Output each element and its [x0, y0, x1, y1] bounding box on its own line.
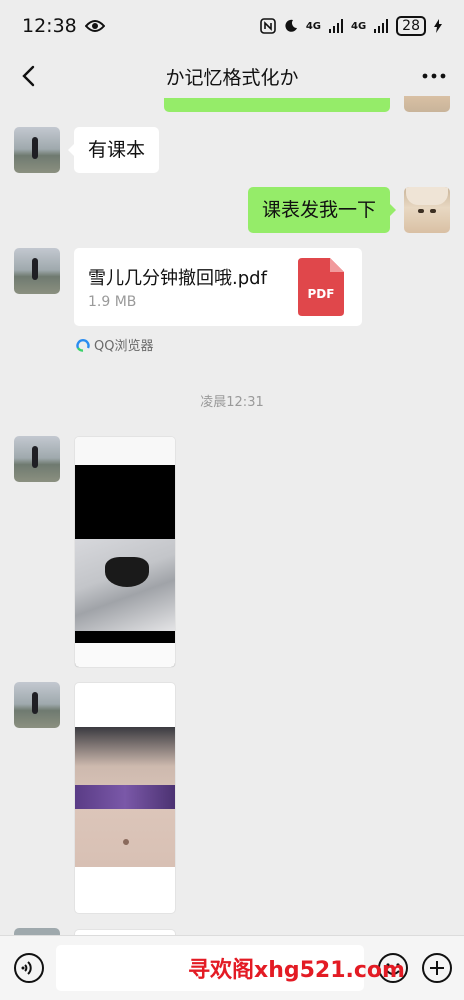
message-bubble-received[interactable]: 有课本	[67, 127, 160, 173]
add-more-icon[interactable]	[420, 951, 454, 985]
file-name: 雪儿几分钟撤回哦.pdf	[88, 268, 267, 289]
screenshot-header	[75, 437, 175, 465]
qq-browser-icon	[76, 338, 90, 352]
more-options-icon[interactable]	[418, 60, 450, 92]
network-1-label: 4G	[305, 20, 321, 32]
battery-indicator: 28	[396, 16, 426, 36]
time-divider: 凌晨12:31	[200, 395, 264, 410]
image-message[interactable]	[74, 436, 176, 668]
image-region	[75, 465, 175, 539]
watermark-text: 寻欢阁xhg521.com	[188, 958, 405, 983]
image-message[interactable]	[74, 682, 176, 914]
contact-avatar[interactable]	[14, 436, 60, 482]
file-size: 1.9 MB	[88, 294, 137, 310]
source-app-name: QQ浏览器	[94, 339, 154, 354]
status-left: 12:38	[22, 15, 105, 37]
previous-message-bubble[interactable]	[164, 98, 390, 112]
status-bar: 12:38 4G 4G 28	[0, 0, 464, 52]
moon-icon	[285, 19, 297, 32]
signal-1-icon	[329, 19, 343, 33]
contact-avatar[interactable]	[14, 248, 60, 294]
my-avatar[interactable]	[404, 187, 450, 233]
photo-region	[75, 539, 175, 631]
signal-2-icon	[374, 19, 389, 33]
message-bubble-sent[interactable]: 课表发我一下	[247, 187, 397, 233]
status-time: 12:38	[22, 15, 77, 37]
my-avatar-partial[interactable]	[404, 96, 450, 112]
screenshot-footer	[75, 643, 175, 667]
back-arrow-icon[interactable]	[14, 60, 46, 92]
voice-input-icon[interactable]	[12, 951, 46, 985]
pdf-icon-label: PDF	[308, 287, 335, 301]
file-message-card[interactable]: 雪儿几分钟撤回哦.pdf 1.9 MB PDF	[74, 248, 362, 326]
chat-screen: 12:38 4G 4G 28 か记忆格式化か 有课本 课表发我一下 雪儿几分钟撤…	[0, 0, 464, 1000]
status-right: 4G 4G 28	[260, 16, 442, 36]
network-2-label: 4G	[351, 20, 367, 32]
charging-icon	[434, 19, 442, 33]
chat-title: か记忆格式化か	[165, 66, 299, 89]
eye-icon	[84, 20, 105, 32]
photo-region	[75, 727, 175, 867]
pdf-file-icon: PDF	[298, 258, 344, 316]
nfc-icon	[260, 18, 276, 34]
contact-avatar[interactable]	[14, 127, 60, 173]
contact-avatar[interactable]	[14, 682, 60, 728]
title-bar: か记忆格式化か	[0, 52, 464, 100]
file-source[interactable]: QQ浏览器	[76, 335, 153, 354]
